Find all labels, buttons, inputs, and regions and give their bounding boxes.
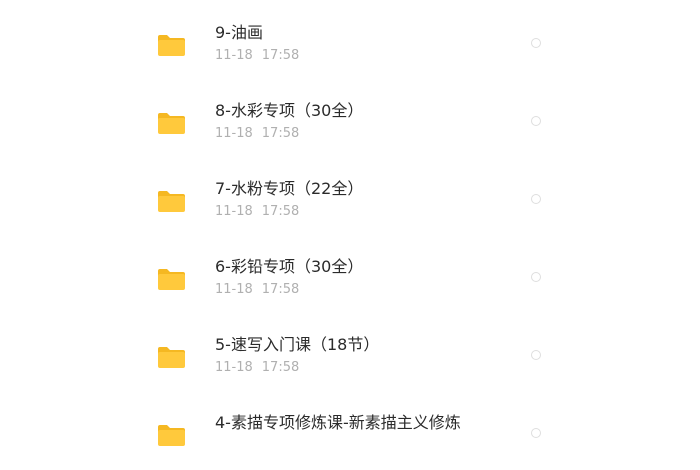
folder-meta: 11-18 17:58: [215, 282, 299, 298]
modified-date: 11-18: [215, 360, 253, 375]
folder-name: 7-水粉专项（22全）: [215, 179, 364, 198]
modified-date: 11-18: [215, 126, 253, 141]
folder-icon: [157, 346, 186, 369]
folder-icon: [157, 190, 186, 213]
modified-time: 17:58: [261, 282, 300, 297]
folder-list: 人物技法 《高老面》 11-1817:58 9-油画 11-1817:58 8-…: [0, 0, 700, 470]
folder-meta: 11-18 17:58: [215, 48, 299, 64]
modified-time: 17:58: [261, 126, 300, 141]
list-item[interactable]: 9-油画 11-18 17:58: [0, 3, 700, 81]
radio-unchecked-icon[interactable]: [531, 272, 541, 282]
folder-meta: 11-18 17:58: [215, 204, 299, 220]
folder-icon: [157, 112, 186, 135]
list-item[interactable]: 6-彩铅专项（30全） 11-18 17:58: [0, 237, 700, 315]
radio-unchecked-icon[interactable]: [531, 38, 541, 48]
list-item[interactable]: 7-水粉专项（22全） 11-18 17:58: [0, 159, 700, 237]
folder-icon: [157, 34, 186, 57]
folder-name: 8-水彩专项（30全）: [215, 101, 364, 120]
modified-time: 17:58: [261, 360, 300, 375]
modified-date: 11-18: [215, 204, 253, 219]
folder-name: 4-素描专项修炼课-新素描主义修炼: [215, 413, 461, 432]
radio-unchecked-icon[interactable]: [531, 428, 541, 438]
folder-meta: 11-18 17:58: [215, 126, 299, 142]
modified-date: 11-18: [215, 282, 253, 297]
folder-name: 6-彩铅专项（30全）: [215, 257, 364, 276]
folder-icon: [157, 424, 186, 447]
folder-name: 5-速写入门课（18节）: [215, 335, 380, 354]
folder-icon: [157, 268, 186, 291]
radio-unchecked-icon[interactable]: [531, 116, 541, 126]
folder-name: 9-油画: [215, 23, 263, 42]
file-browser-screen: 人物技法 《高老面》 11-1817:58 9-油画 11-1817:58 8-…: [0, 0, 700, 470]
list-item[interactable]: 4-素描专项修炼课-新素描主义修炼: [0, 393, 700, 470]
modified-time: 17:58: [261, 48, 300, 63]
list-item[interactable]: 5-速写入门课（18节） 11-18 17:58: [0, 315, 700, 393]
radio-unchecked-icon[interactable]: [531, 194, 541, 204]
list-item[interactable]: 8-水彩专项（30全） 11-18 17:58: [0, 81, 700, 159]
modified-time: 17:58: [261, 204, 300, 219]
modified-date: 11-18: [215, 48, 253, 63]
folder-meta: 11-18 17:58: [215, 360, 299, 376]
folder-meta: [215, 438, 224, 454]
radio-unchecked-icon[interactable]: [531, 350, 541, 360]
